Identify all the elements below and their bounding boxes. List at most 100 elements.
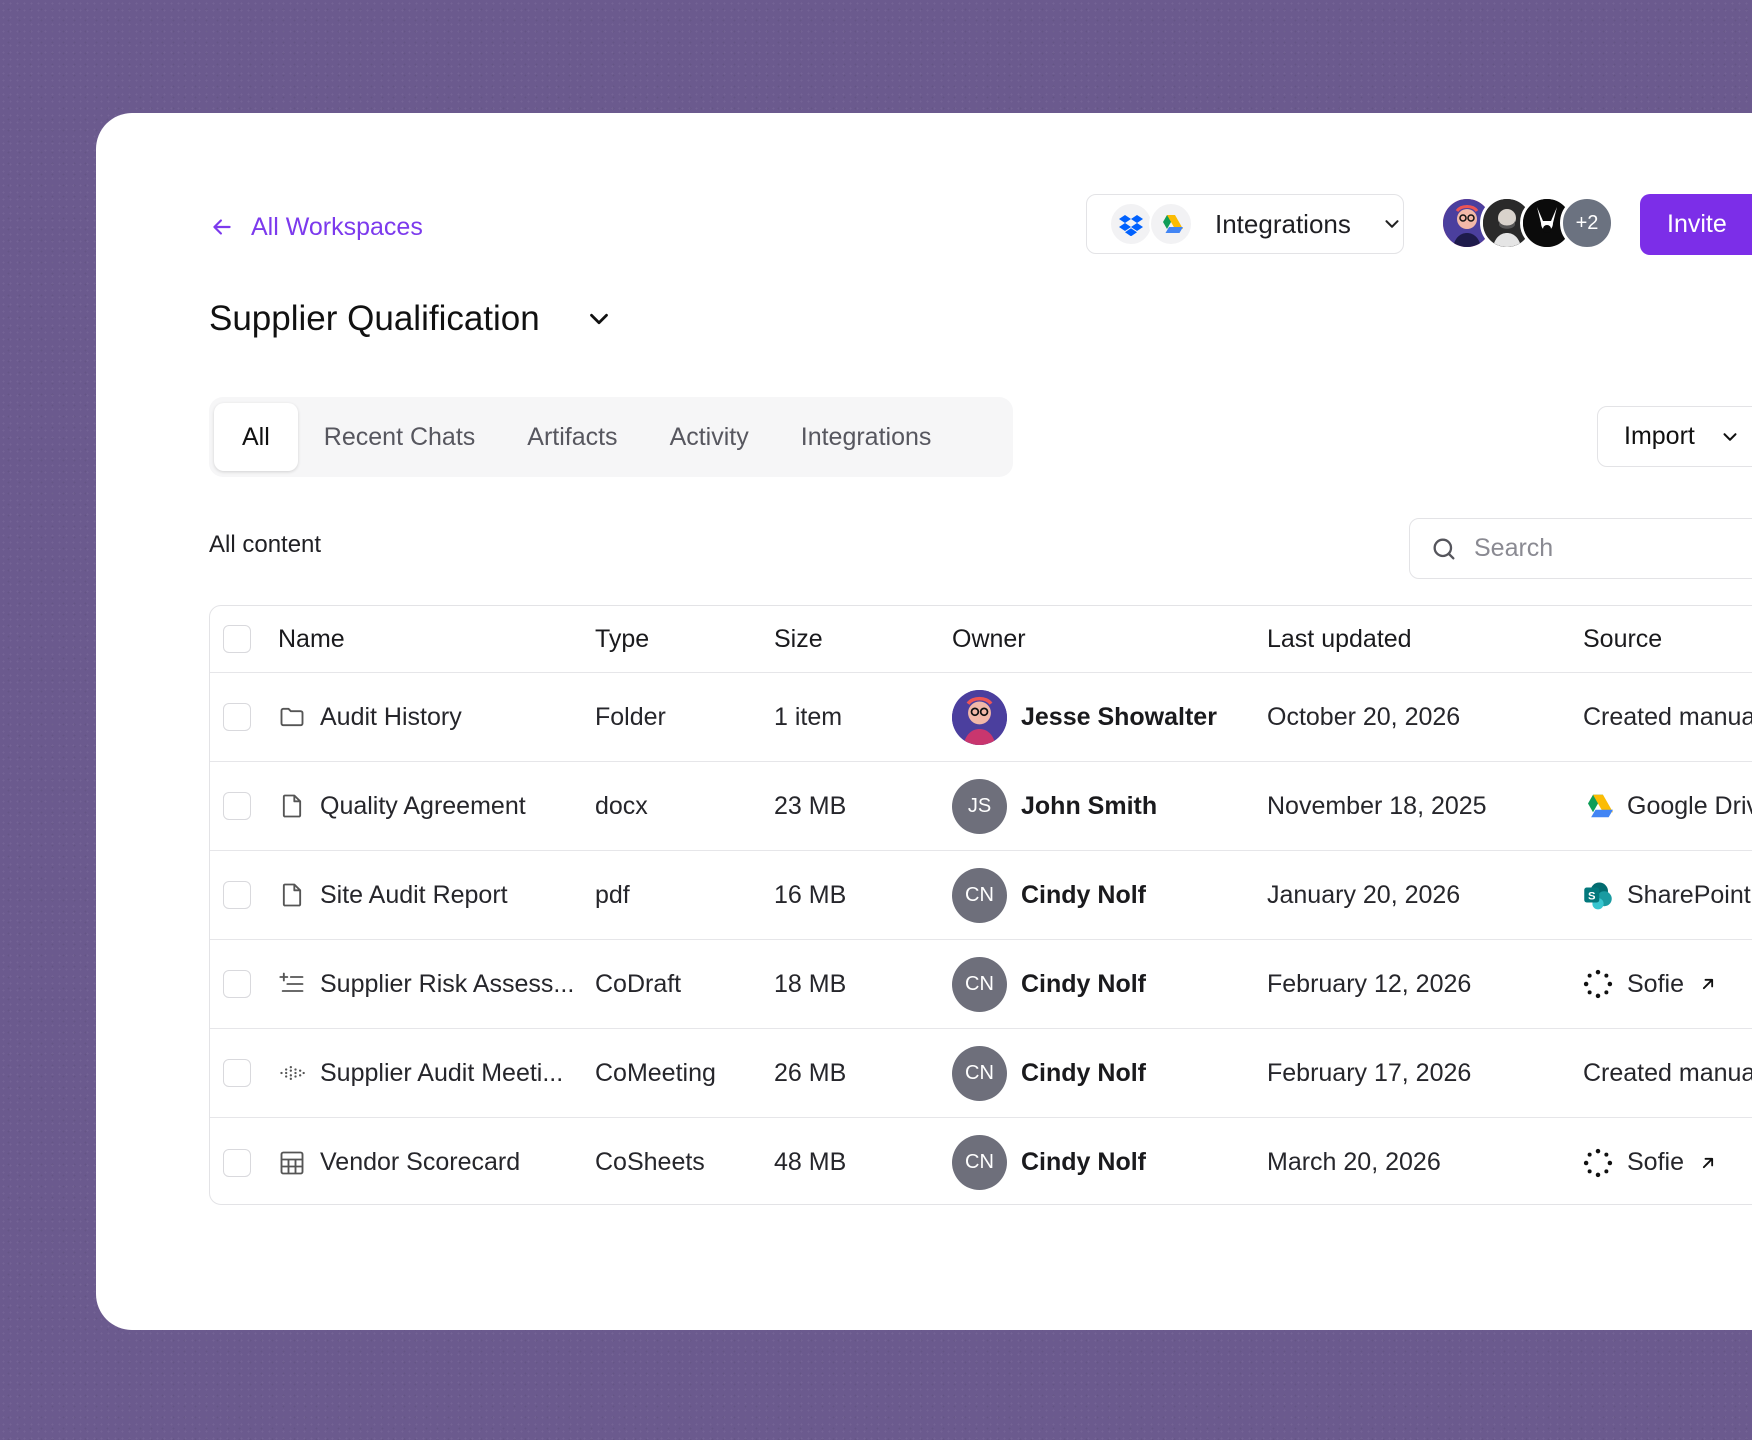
tab-all[interactable]: All [214, 403, 298, 471]
workspace-card: All Workspaces Integrations +2 Invite Su… [96, 113, 1752, 1330]
table-row[interactable]: Supplier Risk Assess... CoDraft 18 MB CN… [210, 940, 1752, 1029]
avatar: JS [952, 778, 1007, 834]
chevron-down-icon [1385, 220, 1399, 228]
waveform-icon [280, 1066, 305, 1080]
column-header-owner[interactable]: Owner [952, 606, 1026, 672]
name-cell: Quality Agreement [278, 762, 526, 850]
updated-cell: February 12, 2026 [1267, 969, 1472, 998]
name-cell: Supplier Risk Assess... [278, 940, 574, 1028]
member-avatars[interactable]: +2 [1440, 196, 1614, 250]
invite-button[interactable]: Invite [1640, 194, 1752, 255]
dropbox-icon [1109, 202, 1153, 246]
name-cell: Site Audit Report [278, 851, 508, 939]
google-drive-icon [1583, 791, 1613, 821]
search-icon [1433, 538, 1455, 559]
row-checkbox[interactable] [223, 881, 251, 909]
tab-integrations[interactable]: Integrations [775, 403, 958, 471]
name-cell: Audit History [278, 673, 462, 761]
file-name: Site Audit Report [320, 880, 508, 909]
owner-name: Jesse Showalter [1021, 702, 1217, 731]
source-cell[interactable]: Sofie [1583, 1118, 1718, 1204]
integrations-dropdown[interactable]: Integrations [1086, 194, 1404, 254]
external-link-icon [1698, 974, 1718, 994]
owner-cell: Jesse Showalter [952, 673, 1217, 761]
chevron-down-icon [589, 313, 608, 325]
size-cell: 48 MB [774, 1148, 847, 1176]
file-icon [282, 883, 302, 907]
select-all-checkbox[interactable] [223, 625, 251, 653]
owner-cell: CN Cindy Nolf [952, 1029, 1146, 1117]
workspace-selector[interactable]: Supplier Qualification [209, 299, 614, 339]
file-name: Vendor Scorecard [320, 1148, 521, 1176]
import-dropdown[interactable]: Import [1597, 406, 1752, 467]
source-label: SharePoint [1627, 880, 1751, 909]
source-cell: S SharePoint [1583, 851, 1751, 939]
chevron-down-icon [1723, 432, 1737, 441]
content-table: Name Type Size Owner Last updated Source… [209, 605, 1752, 1205]
sofie-icon [1583, 1148, 1613, 1178]
type-cell: pdf [595, 880, 630, 909]
column-header-last-updated[interactable]: Last updated [1267, 606, 1412, 672]
row-checkbox[interactable] [223, 1059, 251, 1087]
size-cell: 1 item [774, 702, 843, 731]
file-icon [282, 794, 302, 818]
tab-artifacts[interactable]: Artifacts [501, 403, 643, 471]
sharepoint-icon: S [1583, 880, 1613, 910]
owner-name: Cindy Nolf [1021, 1058, 1146, 1087]
row-checkbox[interactable] [223, 1148, 251, 1177]
owner-name: John Smith [1021, 791, 1158, 820]
avatar: CN [952, 1135, 1007, 1190]
avatar [952, 689, 1007, 745]
file-name: Audit History [320, 702, 462, 731]
avatar: CN [952, 1045, 1007, 1101]
column-header-size[interactable]: Size [774, 606, 823, 672]
column-header-source[interactable]: Source [1583, 606, 1662, 672]
search-input[interactable] [1472, 533, 1752, 564]
table-row[interactable]: Site Audit Report pdf 16 MB CN Cindy Nol… [210, 851, 1752, 940]
name-cell: Supplier Audit Meeti... [278, 1029, 563, 1117]
svg-text:S: S [1588, 890, 1596, 902]
size-cell: 16 MB [774, 880, 847, 909]
table-row[interactable]: Vendor Scorecard CoSheets 48 MB CN Cindy… [210, 1118, 1752, 1204]
source-label: Created manua [1583, 702, 1752, 731]
owner-name: Cindy Nolf [1021, 969, 1146, 998]
tab-recent-chats[interactable]: Recent Chats [298, 403, 501, 471]
tab-activity[interactable]: Activity [644, 403, 775, 471]
table-row[interactable]: Quality Agreement docx 23 MB JS John Smi… [210, 762, 1752, 851]
table-row[interactable]: Supplier Audit Meeti... CoMeeting 26 MB … [210, 1029, 1752, 1118]
search-box[interactable] [1409, 518, 1752, 579]
type-cell: Folder [595, 702, 666, 731]
column-header-type[interactable]: Type [595, 606, 649, 672]
table-row[interactable]: Audit History Folder 1 item Jesse Showal… [210, 673, 1752, 762]
column-header-name[interactable]: Name [278, 606, 345, 672]
external-link-icon [1698, 1153, 1718, 1173]
tab-bar: All Recent Chats Artifacts Activity Inte… [209, 397, 1013, 477]
row-checkbox[interactable] [223, 970, 251, 998]
source-cell[interactable]: Sofie [1583, 940, 1718, 1028]
owner-cell: CN Cindy Nolf [952, 940, 1146, 1028]
row-checkbox[interactable] [223, 792, 251, 820]
size-cell: 26 MB [774, 1058, 847, 1087]
updated-cell: February 17, 2026 [1267, 1058, 1472, 1087]
row-checkbox[interactable] [223, 703, 251, 731]
back-to-workspaces-link[interactable]: All Workspaces [209, 209, 423, 245]
section-label: All content [209, 531, 322, 558]
updated-cell: March 20, 2026 [1267, 1148, 1441, 1176]
type-cell: CoSheets [595, 1148, 705, 1176]
back-link-label: All Workspaces [251, 212, 423, 241]
integration-icons [1109, 202, 1193, 246]
table-header-row: Name Type Size Owner Last updated Source [210, 606, 1752, 673]
sofie-icon [1583, 969, 1613, 999]
table-icon [280, 1151, 304, 1174]
avatar: CN [952, 867, 1007, 923]
type-cell: CoMeeting [595, 1058, 716, 1087]
owner-cell: CN Cindy Nolf [952, 1118, 1146, 1204]
source-cell: Google Driv [1583, 762, 1752, 850]
type-cell: docx [595, 791, 648, 820]
file-name: Quality Agreement [320, 791, 526, 820]
owner-cell: JS John Smith [952, 762, 1157, 850]
arrow-left-icon [213, 219, 231, 235]
size-cell: 23 MB [774, 791, 847, 820]
avatar: CN [952, 956, 1007, 1012]
source-label: Created manua [1583, 1058, 1752, 1087]
